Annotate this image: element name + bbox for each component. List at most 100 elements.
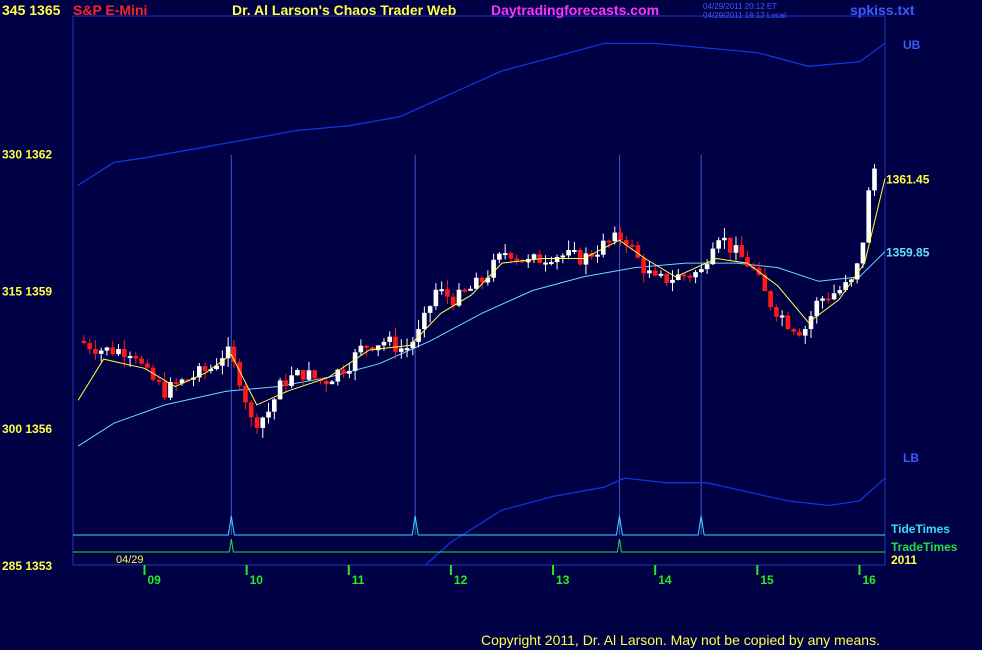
candle-body (583, 253, 589, 265)
candle-body (341, 369, 346, 374)
candle-body (577, 249, 583, 265)
candle-body (277, 380, 283, 400)
y-tick-label: 300 1356 (2, 422, 52, 436)
candle-body (110, 347, 116, 355)
candle-body (722, 237, 727, 241)
chart-title: Dr. Al Larson's Chaos Trader Web (232, 2, 457, 18)
tide-times-label: TideTimes (891, 522, 950, 536)
hour-label: 14 (658, 573, 672, 587)
candle-body (681, 274, 687, 277)
candle-body (381, 341, 387, 346)
candle-body (554, 256, 560, 263)
candle-body (433, 289, 439, 307)
candle-body (323, 380, 329, 385)
candle-body (664, 273, 670, 283)
candle-body (202, 366, 208, 371)
candle-body (87, 343, 92, 350)
lower-band-label: LB (903, 451, 919, 465)
candle-body (393, 336, 398, 352)
candle-body (283, 380, 289, 386)
candle-body (266, 411, 271, 418)
candle-body (704, 264, 710, 270)
candle-body (243, 385, 248, 403)
candle-body (641, 257, 646, 274)
hour-label: 09 (147, 573, 161, 587)
trade-times-line (73, 538, 885, 553)
candle-body (785, 315, 791, 330)
candle-body (121, 349, 127, 358)
upper-band-label: UB (903, 38, 921, 52)
candle-body (427, 306, 433, 313)
candle-body (797, 331, 802, 336)
y-tick-label: 330 1362 (2, 147, 52, 161)
candle-body (693, 272, 698, 278)
candle-body (133, 356, 139, 359)
candle-body (802, 329, 808, 336)
candle-body (312, 370, 318, 379)
candle-body (398, 348, 404, 352)
candle-body (774, 307, 779, 317)
candle-body (739, 245, 745, 258)
candle-body (289, 375, 294, 386)
candle-body (404, 348, 410, 351)
candle-body (116, 349, 121, 355)
candle-body (808, 316, 814, 330)
candle-body (820, 298, 825, 301)
file-name: spkiss.txt (850, 2, 915, 18)
candle-body (843, 282, 848, 291)
candle-body (779, 315, 785, 318)
year-label: 2011 (891, 553, 917, 567)
fast-ma-value-label: 1361.45 (886, 172, 930, 186)
candle-body (497, 253, 502, 260)
candle-body (647, 270, 652, 274)
candle-body (272, 399, 277, 412)
hour-label: 12 (454, 573, 468, 587)
hour-label: 16 (862, 573, 876, 587)
candle-body (98, 350, 104, 354)
candle-body (733, 245, 739, 253)
candle-body (502, 253, 508, 256)
candle-body (462, 289, 468, 292)
candle-body (473, 277, 479, 289)
y-tick-label: 315 1359 (2, 285, 52, 299)
hour-label: 15 (760, 573, 774, 587)
candle-body (727, 237, 733, 253)
candle-body (156, 379, 162, 382)
candle-body (618, 232, 623, 241)
candle-body (687, 275, 693, 278)
candle-body (629, 244, 635, 247)
instrument-title: S&P E-Mini (73, 2, 148, 18)
candle-body (173, 382, 179, 385)
candle-body (716, 240, 721, 249)
hour-label: 11 (352, 573, 365, 587)
candle-body (652, 270, 658, 276)
candle-body (439, 289, 444, 292)
candle-body (127, 356, 133, 359)
candle-body (254, 417, 260, 428)
candle-body (543, 262, 548, 265)
candle-body (162, 381, 167, 398)
candle-body (468, 288, 473, 291)
candle-body (768, 291, 773, 308)
copyright-notice: Copyright 2011, Dr. Al Larson. May not b… (481, 632, 880, 648)
candle-body (300, 369, 306, 380)
candle-body (635, 245, 641, 258)
chart-svg: 330 1362 315 1359 300 1356 285 1353 09 10 11 12… (2, 15, 958, 587)
candle-body (445, 289, 450, 297)
candle-body (866, 190, 872, 243)
candle-body (358, 345, 364, 353)
candle-body (329, 381, 335, 385)
candle-body (606, 240, 612, 243)
trade-times-label: TradeTimes (891, 540, 958, 554)
candle-body (514, 258, 519, 261)
candle-body (295, 369, 300, 376)
timestamp-local: 04/29/2011 16:12 Local (703, 11, 787, 20)
candle-body (814, 300, 820, 317)
candle-body (491, 259, 496, 278)
candle-body (699, 269, 704, 273)
site-name: Daytradingforecasts.com (491, 2, 660, 18)
candle-body (837, 290, 843, 294)
candle-body (560, 255, 566, 258)
y-tick-label: 285 1353 (2, 559, 52, 573)
candle-body (260, 417, 266, 428)
